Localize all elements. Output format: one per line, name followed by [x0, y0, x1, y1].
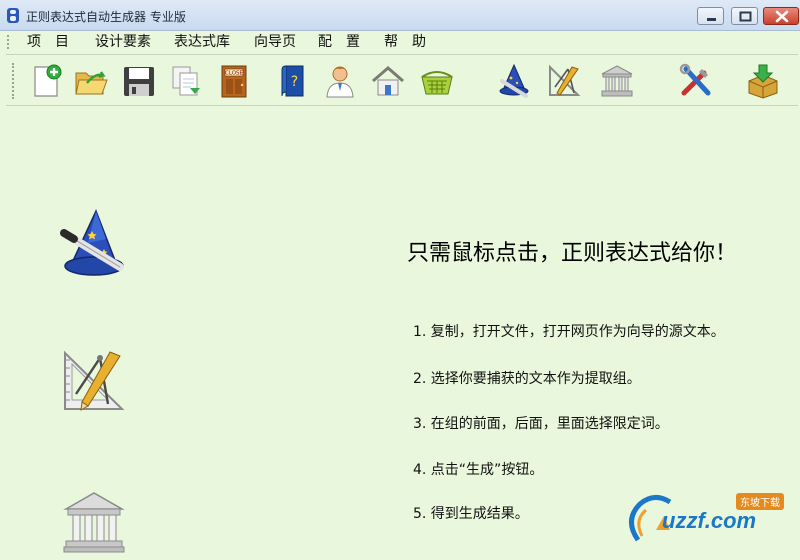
help-button[interactable]: ? — [276, 63, 312, 99]
library-button[interactable] — [599, 63, 635, 99]
svg-text:?: ? — [291, 74, 298, 90]
menu-item-wizard[interactable]: 向导页 — [254, 33, 296, 51]
drafting-tools-icon — [549, 64, 581, 96]
copy-pages-icon — [172, 66, 200, 96]
tools-button[interactable] — [678, 63, 714, 99]
maximize-icon — [739, 11, 752, 22]
toolbar-grip — [12, 63, 14, 99]
home-button[interactable] — [370, 63, 406, 99]
wizard-hat-icon — [60, 209, 124, 276]
home-icon — [372, 66, 404, 96]
wizard-panel-button[interactable] — [58, 209, 128, 281]
close-door-button[interactable]: CLOSE — [216, 63, 252, 99]
watermark-text: uzzf.com — [662, 508, 757, 533]
close-sign-text: CLOSE — [225, 71, 244, 77]
basket-button[interactable] — [419, 63, 455, 99]
library-building-icon — [63, 492, 125, 553]
close-icon — [775, 10, 789, 23]
close-door-icon: CLOSE — [221, 65, 247, 98]
new-document-icon — [34, 64, 62, 97]
watermark: 东坡下载 uzzf.com — [620, 490, 798, 548]
step-4: 4. 点击“生成”按钮。 — [413, 462, 544, 478]
menu-item-help[interactable]: 帮 助 — [384, 33, 426, 51]
app-icon — [6, 7, 20, 24]
menu-item-config[interactable]: 配 置 — [318, 33, 360, 51]
user-icon — [326, 66, 354, 98]
open-folder-icon — [75, 71, 108, 95]
tools-icon — [679, 63, 711, 96]
step-5: 5. 得到生成结果。 — [413, 506, 529, 522]
menu-item-project[interactable]: 项 目 — [27, 33, 69, 51]
library-panel-button[interactable] — [62, 489, 126, 553]
step-1: 1. 复制，打开文件，打开网页作为向导的源文本。 — [413, 324, 725, 340]
wizard-hat-icon — [499, 63, 529, 98]
menu-grip — [7, 35, 9, 49]
user-button[interactable] — [322, 63, 358, 99]
menu-item-design[interactable]: 设计要素 — [95, 33, 151, 51]
minimize-button[interactable] — [697, 7, 724, 25]
window-title: 正则表达式自动生成器 专业版 — [26, 10, 186, 24]
maximize-button[interactable] — [731, 7, 758, 25]
app-window: 正则表达式自动生成器 专业版 项 目 设计要素 表达式库 向导页 配 置 帮 助 — [0, 0, 800, 560]
open-folder-button[interactable] — [73, 63, 109, 99]
design-panel-button[interactable] — [62, 350, 126, 412]
toolbar: CLOSE ? — [6, 54, 798, 106]
wizard-button[interactable] — [496, 63, 532, 99]
drafting-tools-icon — [64, 350, 125, 411]
new-document-button[interactable] — [29, 63, 65, 99]
step-3: 3. 在组的前面，后面，里面选择限定词。 — [413, 416, 669, 432]
save-button[interactable] — [121, 63, 157, 99]
download-button[interactable] — [745, 63, 781, 99]
design-tools-button[interactable] — [546, 63, 582, 99]
help-book-icon: ? — [281, 65, 304, 97]
menu-item-library[interactable]: 表达式库 — [174, 33, 230, 51]
library-building-icon — [601, 65, 633, 97]
basket-icon — [421, 71, 453, 95]
headline: 只需鼠标点击，正则表达式给你！ — [407, 241, 738, 266]
title-bar[interactable]: 正则表达式自动生成器 专业版 — [0, 0, 800, 31]
download-box-icon — [748, 64, 778, 99]
minimize-icon — [707, 18, 716, 21]
menu-bar: 项 目 设计要素 表达式库 向导页 配 置 帮 助 — [0, 31, 800, 53]
close-button[interactable] — [763, 7, 799, 25]
save-disk-icon — [124, 67, 154, 96]
step-2: 2. 选择你要捕获的文本作为提取组。 — [413, 371, 641, 387]
copy-button[interactable] — [168, 63, 204, 99]
